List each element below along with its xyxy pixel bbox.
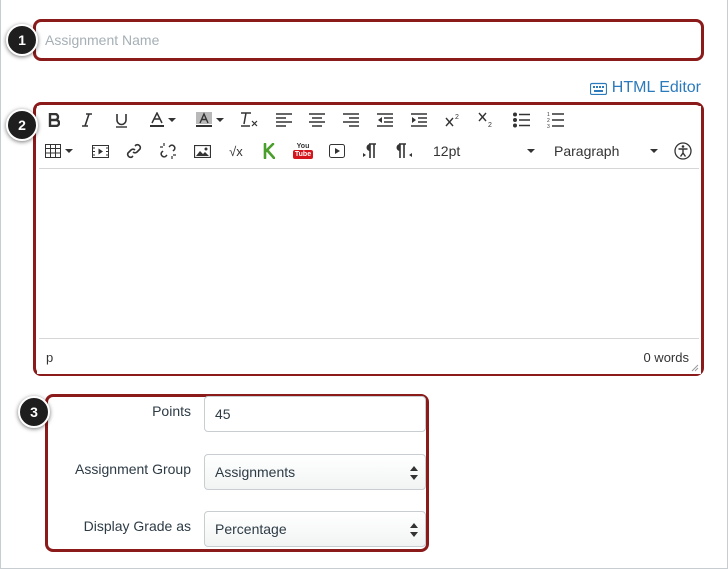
align-right-button[interactable] <box>339 106 363 134</box>
unlink-icon <box>160 143 176 159</box>
assignment-group-select[interactable]: Assignments <box>204 454 426 490</box>
equation-icon: √x <box>229 143 243 159</box>
align-center-button[interactable] <box>305 106 329 134</box>
superscript-icon: 2 <box>445 114 459 127</box>
html-editor-link[interactable]: HTML Editor <box>589 79 701 97</box>
points-value: 45 <box>215 406 231 422</box>
word-count: 0 words <box>643 350 689 365</box>
editor-status-bar: p 0 words <box>39 338 699 372</box>
kaltura-icon <box>263 143 275 159</box>
unlink-button[interactable] <box>156 137 180 165</box>
svg-text:2: 2 <box>455 114 459 121</box>
toolbar-row-2: √x You Tube 12pt Paragraph <box>37 137 701 165</box>
align-left-button[interactable] <box>272 106 296 134</box>
bullet-list-button[interactable] <box>509 106 533 134</box>
svg-text:3: 3 <box>547 124 550 129</box>
background-color-icon <box>196 112 212 127</box>
assignment-group-label: Assignment Group <box>75 461 191 477</box>
background-color-button[interactable] <box>190 106 230 134</box>
underline-button[interactable] <box>110 106 132 134</box>
italic-icon <box>82 113 92 127</box>
video-icon <box>329 144 345 158</box>
chevron-down-icon <box>527 149 535 153</box>
bullet-list-icon <box>512 112 530 128</box>
youtube-icon-top: You <box>296 143 310 150</box>
editor-content-area[interactable] <box>39 168 699 338</box>
points-input[interactable]: 45 <box>204 396 426 432</box>
ltr-icon <box>363 143 376 158</box>
html-editor-label: HTML Editor <box>611 79 701 96</box>
accessibility-button[interactable] <box>671 137 695 165</box>
youtube-icon-bottom: Tube <box>292 150 314 159</box>
align-center-icon <box>309 113 325 127</box>
youtube-button[interactable]: You Tube <box>291 137 315 165</box>
clear-formatting-icon <box>241 112 258 127</box>
svg-text:2: 2 <box>488 122 492 128</box>
display-grade-label: Display Grade as <box>83 518 191 534</box>
display-grade-select[interactable]: Percentage <box>204 511 426 547</box>
numbered-list-button[interactable]: 123 <box>543 106 567 134</box>
chevron-down-icon <box>650 149 658 153</box>
rich-content-editor: 2 2 123 √x You Tube 12pt Paragraph p 0 w… <box>37 106 701 374</box>
text-color-button[interactable] <box>143 106 183 134</box>
table-icon <box>45 144 61 158</box>
resize-handle-icon[interactable] <box>689 362 699 372</box>
select-arrows-icon <box>410 523 418 537</box>
font-size-select[interactable]: 12pt <box>429 137 539 165</box>
paragraph-value: Paragraph <box>554 143 620 159</box>
chevron-down-icon <box>65 149 73 153</box>
numbered-list-icon: 123 <box>547 112 564 129</box>
align-left-icon <box>276 113 292 127</box>
callout-3: 3 <box>18 396 50 428</box>
assignment-group-value: Assignments <box>215 464 296 480</box>
text-color-icon <box>150 112 164 127</box>
link-button[interactable] <box>122 137 146 165</box>
outdent-button[interactable] <box>373 106 397 134</box>
youtube-icon: You Tube <box>292 143 314 159</box>
accessibility-icon <box>674 142 692 160</box>
display-grade-value: Percentage <box>215 521 287 537</box>
rtl-icon <box>396 143 412 158</box>
link-icon <box>126 143 142 159</box>
ltr-button[interactable] <box>358 137 382 165</box>
equation-button[interactable]: √x <box>223 137 249 165</box>
chevron-down-icon <box>216 118 224 122</box>
clear-formatting-button[interactable] <box>237 106 261 134</box>
media-button[interactable] <box>88 137 112 165</box>
chevron-down-icon <box>168 118 176 122</box>
italic-button[interactable] <box>76 106 98 134</box>
callout-2: 2 <box>6 109 38 141</box>
rtl-button[interactable] <box>392 137 416 165</box>
callout-1: 1 <box>6 24 38 56</box>
bold-button[interactable] <box>43 106 65 134</box>
video-button[interactable] <box>325 137 349 165</box>
align-right-icon <box>343 113 359 127</box>
select-arrows-icon <box>410 466 418 480</box>
table-button[interactable] <box>43 137 75 165</box>
underline-icon <box>115 113 127 128</box>
bold-icon <box>48 113 60 127</box>
toolbar-row-1: 2 2 123 <box>37 106 701 134</box>
superscript-button[interactable]: 2 <box>441 106 465 134</box>
assignment-name-input[interactable] <box>39 24 697 56</box>
outdent-icon <box>377 113 393 127</box>
keyboard-icon <box>589 82 607 95</box>
paragraph-select[interactable]: Paragraph <box>550 137 662 165</box>
subscript-icon: 2 <box>478 112 492 128</box>
image-button[interactable] <box>190 137 214 165</box>
subscript-button[interactable]: 2 <box>474 106 498 134</box>
indent-icon <box>411 113 427 127</box>
indent-button[interactable] <box>407 106 431 134</box>
element-path[interactable]: p <box>46 350 53 365</box>
font-size-value: 12pt <box>433 143 461 159</box>
image-icon <box>193 144 211 158</box>
media-icon <box>91 144 109 158</box>
kaltura-button[interactable] <box>258 137 280 165</box>
